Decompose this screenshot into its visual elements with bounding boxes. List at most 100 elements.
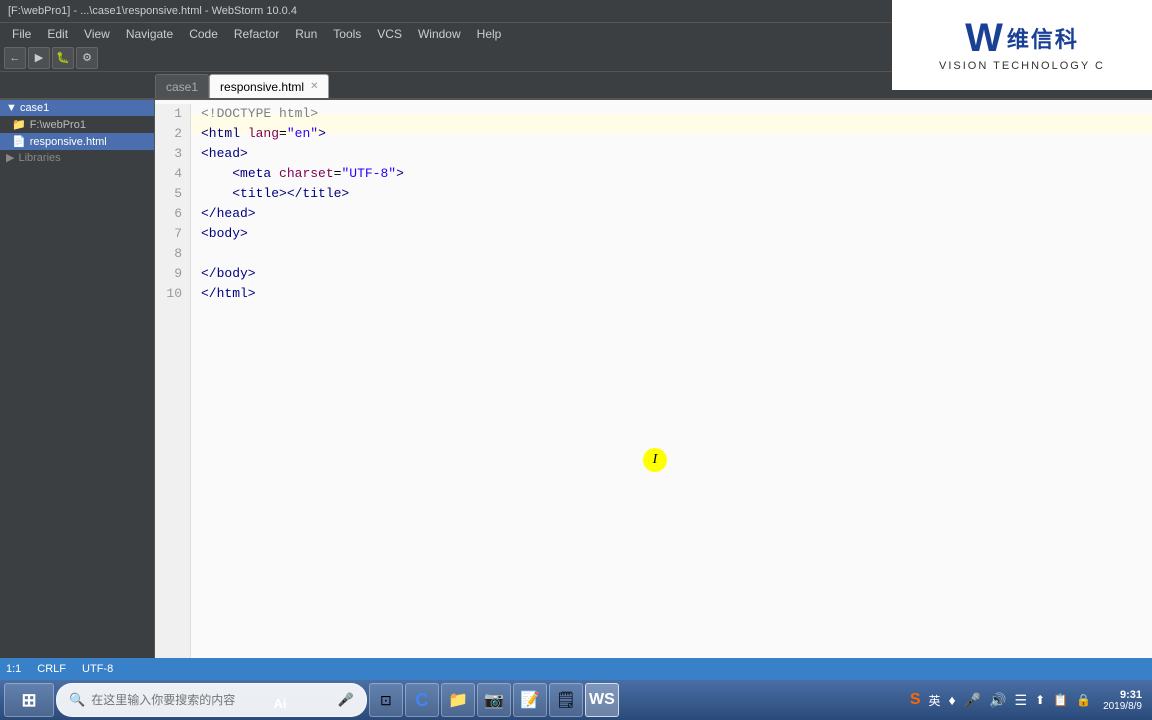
editor-area[interactable]: 1 2 3 4 5 6 7 8 9 10 <!DOCTYPE html> <ht… (155, 100, 1152, 688)
sogou-icon[interactable]: S (908, 689, 923, 711)
start-button[interactable]: ⊞ (4, 683, 54, 717)
code-line-10: </html> (201, 284, 1152, 304)
code-line-5: <title></title> (201, 184, 1152, 204)
sidebar-project[interactable]: ▼ case1 (0, 100, 154, 116)
menu-window[interactable]: Window (410, 25, 469, 43)
upload-tray-icon[interactable]: ⬆ (1033, 691, 1047, 709)
menu-edit[interactable]: Edit (39, 25, 76, 43)
code-line-4: <meta charset="UTF-8"> (201, 164, 1152, 184)
tab-close-icon[interactable]: ✕ (310, 81, 318, 92)
menu-code[interactable]: Code (181, 25, 226, 43)
line-num-5: 5 (155, 184, 182, 204)
folder-taskbar-icon: 📁 (448, 690, 468, 710)
notepad-taskbar-icon[interactable]: 🗒 (549, 683, 583, 717)
clock-time: 9:31 (1103, 689, 1142, 701)
microphone-tray-icon[interactable]: 🎤 (962, 690, 983, 711)
line-num-6: 6 (155, 204, 182, 224)
code-line-9: </body> (201, 264, 1152, 284)
clock-date: 2019/8/9 (1103, 701, 1142, 712)
menu-help[interactable]: Help (469, 25, 510, 43)
menu-tools[interactable]: Tools (325, 25, 369, 43)
webstorm-taskbar-icon[interactable]: WS (585, 683, 619, 717)
sidebar-item-webpro1-label: F:\webPro1 (30, 119, 86, 131)
code-line-7: <body> (201, 224, 1152, 244)
tab-case1[interactable]: case1 (155, 74, 209, 98)
cursor-indicator: I (643, 448, 667, 472)
ime-icon[interactable]: 英 (926, 690, 942, 711)
code-line-6: </head> (201, 204, 1152, 224)
lock-tray-icon[interactable]: 🔒 (1074, 691, 1093, 709)
tab-case1-label: case1 (166, 80, 198, 94)
webstorm-icon: WS (589, 691, 615, 709)
line-num-4: 4 (155, 164, 182, 184)
status-bar: 1:1 CRLF UTF-8 (0, 658, 1152, 680)
camera-icon: 📷 (484, 690, 504, 710)
sidebar-item-webpro1[interactable]: 📁 F:\webPro1 (0, 116, 154, 133)
sidebar-item-responsive-html-label: responsive.html (30, 136, 107, 148)
menu-run[interactable]: Run (287, 25, 325, 43)
code-view[interactable]: 1 2 3 4 5 6 7 8 9 10 <!DOCTYPE html> <ht… (155, 100, 1152, 688)
taskbar: ⊞ 🔍 🎤 ⊡ C 📁 📷 📝 🗒 WS S 英 ♦ 🎤 🔊 ☰ ⬆ 📋 🔒 9… (0, 680, 1152, 720)
menu-refactor[interactable]: Refactor (226, 25, 287, 43)
network-tray-icon[interactable]: ☰ (1013, 690, 1030, 711)
toolbar-btn-back[interactable]: ← (4, 47, 26, 69)
status-crlf: CRLF (37, 663, 66, 675)
sidebar-libraries-label: Libraries (18, 152, 60, 164)
logo-wv-icon: W (965, 18, 1003, 58)
main-layout: ▼ case1 📁 F:\webPro1 📄 responsive.html ▶… (0, 100, 1152, 688)
ai-label: Ai (260, 686, 300, 720)
libraries-icon: ▶ (6, 151, 14, 164)
line-num-9: 9 (155, 264, 182, 284)
status-utf8: UTF-8 (82, 663, 113, 675)
taskview-button[interactable]: ⊡ (369, 683, 403, 717)
tab-responsive-html[interactable]: responsive.html ✕ (209, 74, 329, 98)
logo-area: W 维信科 VISION TECHNOLOGY C (892, 0, 1152, 90)
line-num-2: 2 (155, 124, 182, 144)
sidebar-item-responsive-html[interactable]: 📄 responsive.html (0, 133, 154, 150)
menu-navigate[interactable]: Navigate (118, 25, 181, 43)
sidebar-project-label: ▼ case1 (6, 102, 49, 114)
menu-vcs[interactable]: VCS (369, 25, 410, 43)
code-line-8 (201, 244, 1152, 264)
line-num-7: 7 (155, 224, 182, 244)
folder-icon: 📁 (12, 118, 26, 131)
title-text: [F:\webPro1] - ...\case1\responsive.html… (8, 5, 297, 17)
chrome-icon: C (415, 690, 428, 711)
file-icon: 📄 (12, 135, 26, 148)
system-clock[interactable]: 9:31 2019/8/9 (1097, 689, 1148, 712)
search-bar[interactable]: 🔍 🎤 (56, 683, 367, 717)
toolbar-btn-debug[interactable]: 🐛 (52, 47, 74, 69)
ai-text: Ai (274, 696, 287, 711)
line-num-10: 10 (155, 284, 182, 304)
status-position: 1:1 (6, 663, 21, 675)
logo-english: VISION TECHNOLOGY C (939, 60, 1105, 72)
menu-view[interactable]: View (76, 25, 118, 43)
clipboard-tray-icon[interactable]: 📋 (1051, 691, 1070, 709)
sidebar: ▼ case1 📁 F:\webPro1 📄 responsive.html ▶… (0, 100, 155, 688)
notepad-icon: 🗒 (556, 690, 576, 710)
chrome-taskbar-icon[interactable]: C (405, 683, 439, 717)
toolbar-btn-run[interactable]: ▶ (28, 47, 50, 69)
notes-icon: 📝 (520, 690, 540, 710)
file-explorer-taskbar-icon[interactable]: 📁 (441, 683, 475, 717)
tray-icon1[interactable]: ♦ (947, 690, 958, 710)
volume-tray-icon[interactable]: 🔊 (987, 690, 1008, 711)
code-line-2: <html lang="en"> (201, 124, 1152, 144)
code-line-1: <!DOCTYPE html> (201, 104, 1152, 124)
menu-file[interactable]: File (4, 25, 39, 43)
microphone-icon[interactable]: 🎤 (338, 692, 354, 708)
sidebar-libraries[interactable]: ▶ Libraries (0, 150, 154, 165)
code-lines[interactable]: <!DOCTYPE html> <html lang="en"> <head> … (191, 104, 1152, 684)
tab-responsive-html-label: responsive.html (220, 80, 304, 94)
logo-main: W 维信科 (965, 18, 1079, 58)
notes-taskbar-icon[interactable]: 📝 (513, 683, 547, 717)
system-tray: S 英 ♦ 🎤 🔊 ☰ ⬆ 📋 🔒 9:31 2019/8/9 (908, 683, 1148, 717)
toolbar-btn-settings[interactable]: ⚙ (76, 47, 98, 69)
line-num-1: 1 (155, 104, 182, 124)
cursor-symbol: I (653, 452, 658, 468)
camera-taskbar-icon[interactable]: 📷 (477, 683, 511, 717)
line-numbers: 1 2 3 4 5 6 7 8 9 10 (155, 104, 191, 684)
logo-chinese: 维信科 (1007, 22, 1079, 54)
search-icon: 🔍 (69, 692, 85, 708)
code-line-3: <head> (201, 144, 1152, 164)
